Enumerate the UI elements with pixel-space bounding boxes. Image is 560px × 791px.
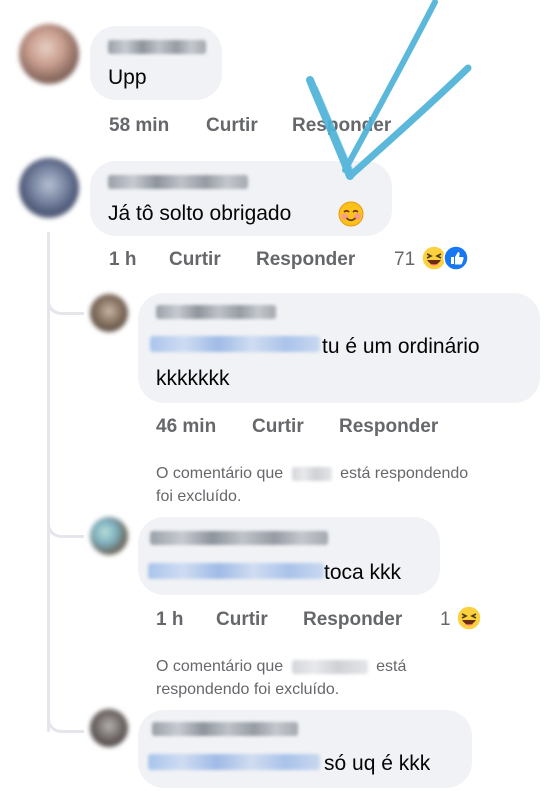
deleted-comment-notice: O comentário que está respondendo foi ex… <box>156 462 536 508</box>
author-name-redacted[interactable] <box>152 722 298 736</box>
deleted-notice-text: O comentário que <box>156 465 284 482</box>
deleted-notice-text: foi excluído. <box>156 488 242 505</box>
like-button[interactable]: Curtir <box>216 609 268 631</box>
reply-bubble: tu é um ordinário kkkkkkk <box>138 293 540 403</box>
reply-text: tu é um ordinário <box>322 335 480 358</box>
thread-branch <box>47 282 84 315</box>
deleted-comment-notice: O comentário que está respondendo foi ex… <box>156 655 536 701</box>
avatar[interactable] <box>19 24 79 84</box>
like-button[interactable]: Curtir <box>206 115 258 137</box>
name-redacted <box>291 466 332 481</box>
mention-redacted[interactable] <box>148 563 324 579</box>
thread-branch <box>47 505 84 538</box>
comment-bubble: Upp <box>90 26 222 100</box>
deleted-notice-text: está <box>376 658 407 675</box>
reply-button[interactable]: Responder <box>256 249 355 271</box>
deleted-notice-text: está respondendo <box>340 465 469 482</box>
reply-bubble: só uq é kkk <box>138 710 472 788</box>
reply-text: só uq é kkk <box>324 752 431 775</box>
reply-text: toca kkk <box>324 561 402 584</box>
author-name-redacted[interactable] <box>108 175 248 189</box>
comment-text: Já tô solto obrigado <box>108 202 292 225</box>
haha-reaction-icon[interactable] <box>456 605 482 631</box>
avatar[interactable] <box>90 709 128 747</box>
reply-button[interactable]: Responder <box>339 416 438 438</box>
comment-bubble: Já tô solto obrigado <box>90 161 392 236</box>
author-name-redacted[interactable] <box>156 305 276 319</box>
comment-text: Upp <box>108 66 147 89</box>
reply-text: kkkkkkk <box>156 367 230 390</box>
mention-redacted[interactable] <box>150 336 320 352</box>
like-reaction-icon[interactable] <box>443 245 469 271</box>
avatar[interactable] <box>90 517 128 555</box>
reply-button[interactable]: Responder <box>303 609 402 631</box>
reply-time[interactable]: 46 min <box>156 416 216 438</box>
reply-button[interactable]: Responder <box>292 115 391 137</box>
smiling-blush-emoji <box>338 201 364 227</box>
like-button[interactable]: Curtir <box>252 416 304 438</box>
like-button[interactable]: Curtir <box>169 249 221 271</box>
name-redacted <box>291 659 368 674</box>
reaction-count[interactable]: 1 <box>440 609 451 631</box>
comment-time[interactable]: 58 min <box>109 115 169 137</box>
author-name-redacted[interactable] <box>108 40 206 54</box>
thread-branch <box>47 700 84 733</box>
author-name-redacted[interactable] <box>150 531 328 545</box>
reply-time[interactable]: 1 h <box>156 609 183 631</box>
reaction-count[interactable]: 71 <box>394 249 415 271</box>
avatar[interactable] <box>90 294 128 332</box>
comment-time[interactable]: 1 h <box>109 249 136 271</box>
reply-bubble: toca kkk <box>138 517 440 595</box>
deleted-notice-text: respondendo foi excluído. <box>156 681 340 698</box>
mention-redacted[interactable] <box>148 754 320 770</box>
avatar[interactable] <box>19 158 79 218</box>
deleted-notice-text: O comentário que <box>156 658 284 675</box>
